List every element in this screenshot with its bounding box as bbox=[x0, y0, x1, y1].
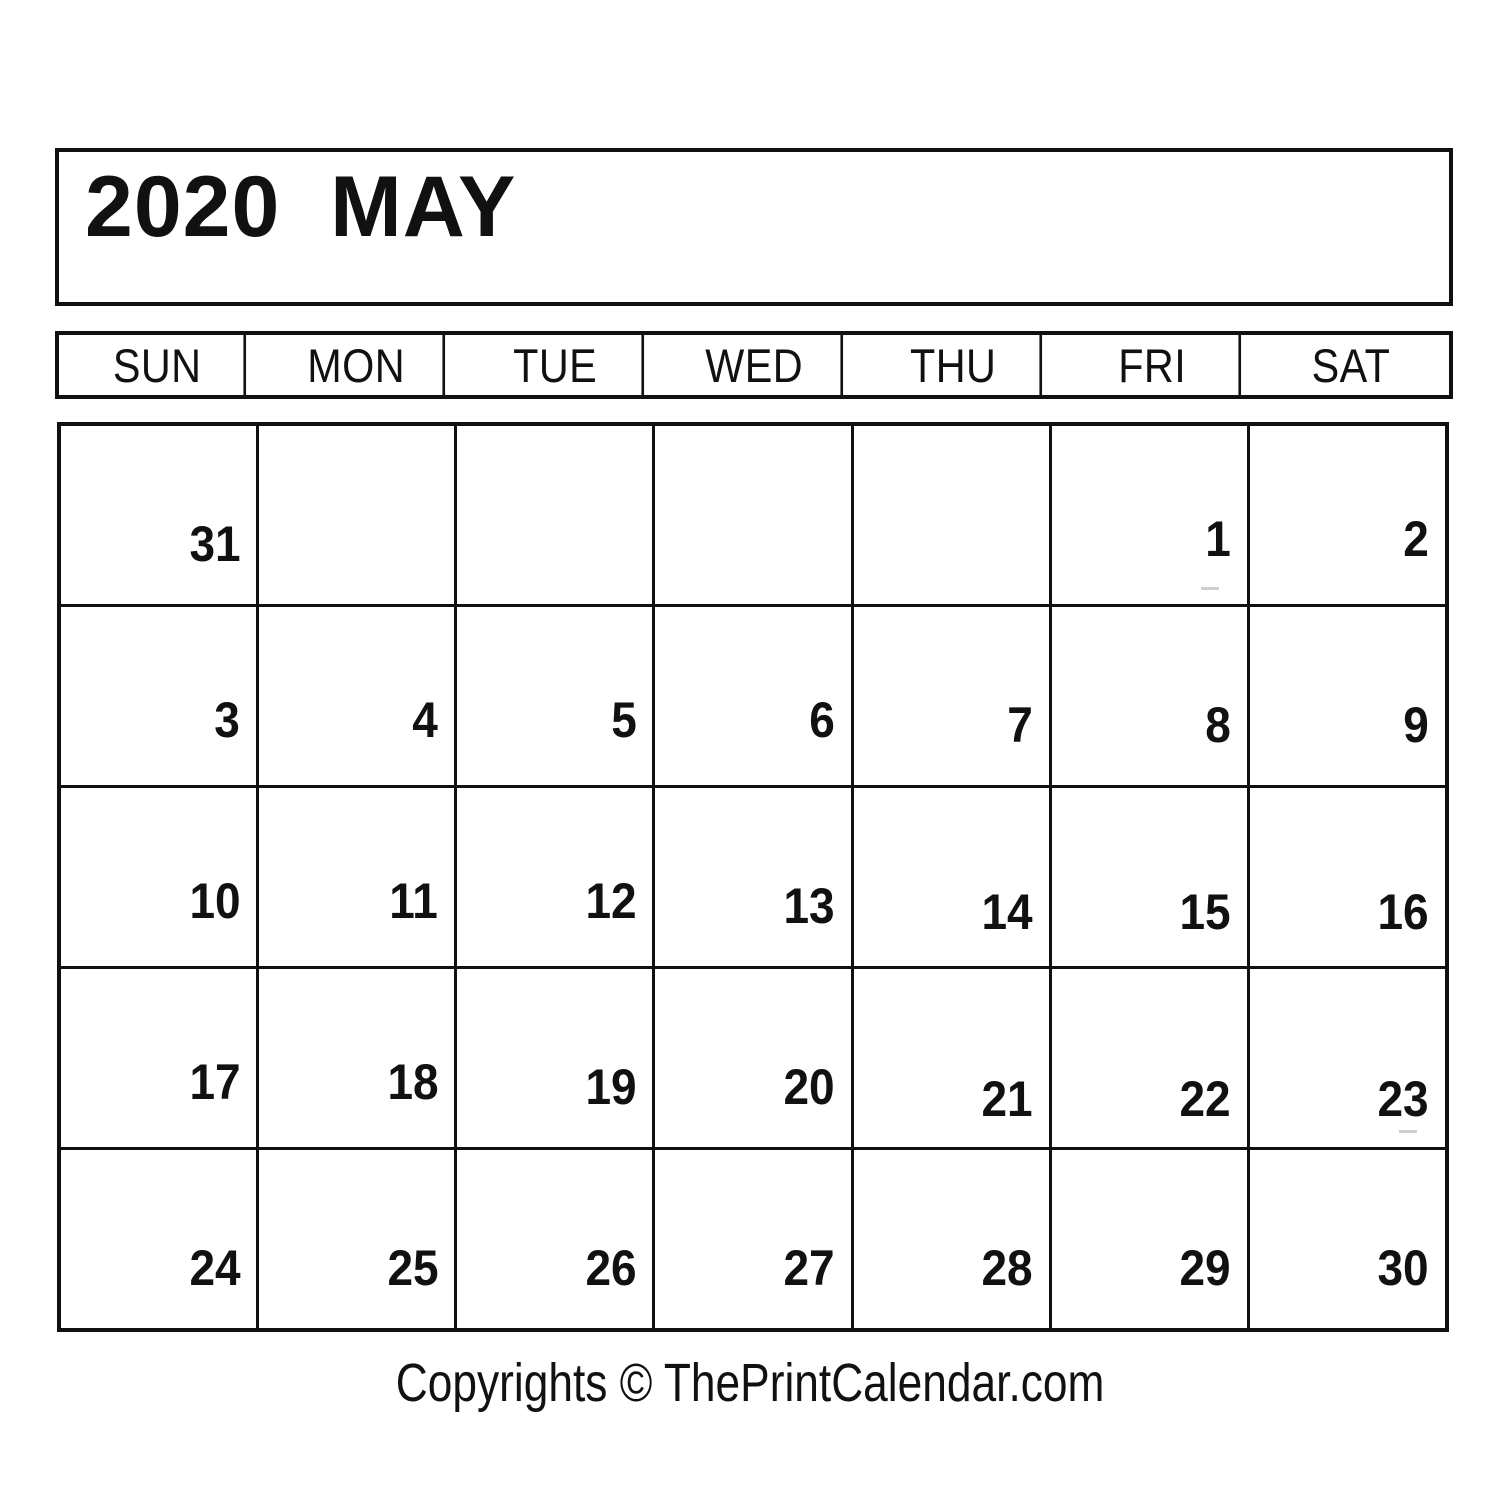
day-number: 7 bbox=[1007, 697, 1033, 753]
weekday-label: FRI bbox=[1118, 338, 1187, 392]
calendar-week-row: 10 11 12 13 14 15 16 bbox=[61, 788, 1445, 969]
weekday-label: SUN bbox=[112, 338, 202, 392]
calendar-day-cell[interactable]: 31 bbox=[61, 426, 260, 604]
calendar-day-cell[interactable]: 12 bbox=[457, 788, 656, 966]
calendar-day-cell[interactable]: 15 bbox=[1052, 788, 1250, 966]
day-number: 15 bbox=[1179, 884, 1231, 940]
day-number: 12 bbox=[585, 873, 637, 929]
day-number: 28 bbox=[981, 1240, 1033, 1296]
calendar-page: 2020 MAY SUN MON TUE WED THU FRI SAT 31 1… bbox=[0, 0, 1500, 1500]
weekday-header-sat: SAT bbox=[1265, 335, 1437, 395]
weekday-header-fri: FRI bbox=[1066, 335, 1242, 395]
calendar-day-cell[interactable]: 23 bbox=[1250, 969, 1445, 1147]
day-number: 18 bbox=[387, 1054, 439, 1110]
day-number: 4 bbox=[412, 692, 439, 748]
day-number: 24 bbox=[188, 1240, 241, 1296]
page-title: 2020 MAY bbox=[85, 159, 517, 255]
calendar-title-box: 2020 MAY bbox=[55, 148, 1453, 306]
calendar-day-cell[interactable]: 27 bbox=[655, 1150, 854, 1328]
day-number: 20 bbox=[783, 1059, 835, 1115]
scan-artifact bbox=[1398, 1130, 1417, 1133]
calendar-day-cell[interactable]: 16 bbox=[1250, 788, 1445, 966]
day-number: 17 bbox=[188, 1054, 241, 1110]
calendar-day-cell[interactable]: 25 bbox=[259, 1150, 458, 1328]
weekday-label: WED bbox=[705, 338, 804, 392]
calendar-day-cell[interactable] bbox=[457, 426, 656, 604]
footer-copyright: Copyrights © ThePrintCalendar.com bbox=[0, 1352, 1500, 1414]
calendar-week-row: 3 4 5 6 7 8 9 bbox=[61, 607, 1445, 788]
weekday-label: TUE bbox=[513, 338, 598, 392]
weekday-label: MON bbox=[307, 338, 406, 392]
day-number: 3 bbox=[214, 692, 241, 748]
day-number: 27 bbox=[783, 1240, 835, 1296]
day-number: 8 bbox=[1205, 697, 1231, 753]
calendar-day-cell[interactable]: 3 bbox=[61, 607, 260, 785]
calendar-day-cell[interactable]: 24 bbox=[61, 1150, 260, 1328]
day-number: 9 bbox=[1403, 697, 1429, 753]
day-number: 25 bbox=[387, 1240, 439, 1296]
calendar-day-cell[interactable]: 17 bbox=[61, 969, 260, 1147]
calendar-day-cell[interactable]: 18 bbox=[259, 969, 458, 1147]
weekday-label: SAT bbox=[1311, 338, 1391, 392]
day-number: 26 bbox=[585, 1240, 637, 1296]
day-number: 16 bbox=[1377, 884, 1429, 940]
calendar-day-cell[interactable]: 8 bbox=[1052, 607, 1250, 785]
calendar-day-cell[interactable]: 21 bbox=[854, 969, 1052, 1147]
calendar-day-cell[interactable]: 2 bbox=[1250, 426, 1445, 604]
day-number: 31 bbox=[188, 516, 241, 572]
calendar-day-cell[interactable]: 29 bbox=[1052, 1150, 1250, 1328]
calendar-day-cell[interactable] bbox=[854, 426, 1052, 604]
weekday-header-wed: WED bbox=[668, 335, 844, 395]
calendar-day-cell[interactable]: 7 bbox=[854, 607, 1052, 785]
weekday-label: THU bbox=[910, 338, 997, 392]
calendar-day-cell[interactable] bbox=[655, 426, 854, 604]
calendar-day-grid: 31 1 2 3 4 5 6 7 8 9 10 11 12 13 14 15 16 17 18 19 20 21 22 23 2… bbox=[57, 422, 1449, 1332]
day-number: 19 bbox=[585, 1059, 637, 1115]
day-number: 11 bbox=[389, 873, 439, 929]
calendar-week-row: 31 1 2 bbox=[61, 426, 1445, 607]
weekday-header-row: SUN MON TUE WED THU FRI SAT bbox=[55, 331, 1453, 399]
calendar-day-cell[interactable]: 22 bbox=[1052, 969, 1250, 1147]
day-number: 23 bbox=[1377, 1071, 1429, 1127]
day-number: 30 bbox=[1377, 1240, 1429, 1296]
calendar-day-cell[interactable]: 30 bbox=[1250, 1150, 1445, 1328]
calendar-day-cell[interactable]: 26 bbox=[457, 1150, 656, 1328]
day-number: 5 bbox=[610, 692, 637, 748]
calendar-week-row: 17 18 19 20 21 22 23 bbox=[61, 969, 1445, 1150]
day-number: 1 bbox=[1205, 511, 1231, 567]
weekday-header-sun: SUN bbox=[71, 335, 247, 395]
calendar-day-cell[interactable]: 10 bbox=[61, 788, 260, 966]
calendar-day-cell[interactable]: 6 bbox=[655, 607, 854, 785]
calendar-day-cell[interactable]: 5 bbox=[457, 607, 656, 785]
day-number: 6 bbox=[808, 692, 835, 748]
calendar-day-cell[interactable]: 1 bbox=[1052, 426, 1250, 604]
day-number: 29 bbox=[1179, 1240, 1231, 1296]
copyright-text: Copyrights © ThePrintCalendar.com bbox=[395, 1353, 1105, 1413]
calendar-week-row: 24 25 26 27 28 29 30 bbox=[61, 1150, 1445, 1328]
calendar-day-cell[interactable]: 28 bbox=[854, 1150, 1052, 1328]
calendar-day-cell[interactable]: 9 bbox=[1250, 607, 1445, 785]
calendar-day-cell[interactable]: 11 bbox=[259, 788, 458, 966]
day-number: 10 bbox=[188, 873, 241, 929]
day-number: 21 bbox=[981, 1071, 1033, 1127]
weekday-header-mon: MON bbox=[270, 335, 446, 395]
weekday-header-tue: TUE bbox=[469, 335, 645, 395]
calendar-day-cell[interactable]: 19 bbox=[457, 969, 656, 1147]
calendar-day-cell[interactable]: 4 bbox=[259, 607, 458, 785]
calendar-day-cell[interactable]: 13 bbox=[655, 788, 854, 966]
day-number: 22 bbox=[1179, 1071, 1231, 1127]
day-number: 2 bbox=[1403, 511, 1429, 567]
calendar-day-cell[interactable]: 14 bbox=[854, 788, 1052, 966]
calendar-day-cell[interactable]: 20 bbox=[655, 969, 854, 1147]
day-number: 13 bbox=[783, 878, 835, 934]
scan-artifact bbox=[1200, 587, 1219, 590]
calendar-day-cell[interactable] bbox=[259, 426, 458, 604]
day-number: 14 bbox=[981, 884, 1033, 940]
weekday-header-thu: THU bbox=[867, 335, 1043, 395]
